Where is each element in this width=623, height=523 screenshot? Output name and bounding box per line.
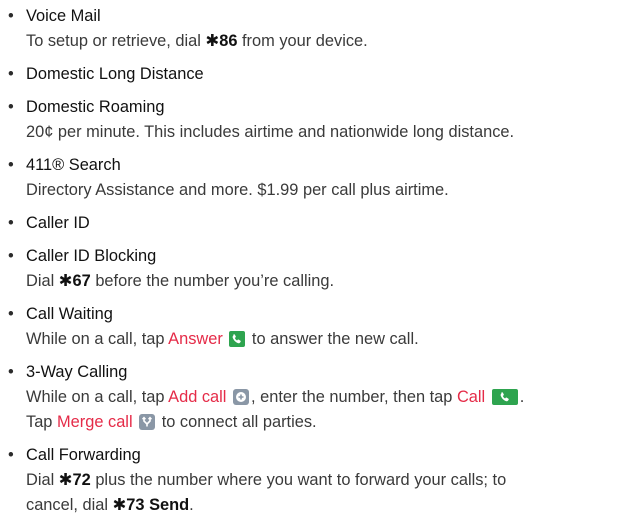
item-description-line-1: While on a call, tap Add call , enter th… <box>26 385 623 410</box>
bullet: • <box>8 247 14 265</box>
dial-code: ✱86 <box>205 32 238 50</box>
list-item-voice-mail: • Voice Mail To setup or retrieve, dial … <box>8 4 623 54</box>
item-description-line-2: Tap Merge call to connect all parties. <box>26 410 623 435</box>
desc-text: plus the number where you want to forwar… <box>90 471 507 489</box>
answer-label: Answer <box>168 330 223 348</box>
list-item-call-waiting: • Call Waiting While on a call, tap Answ… <box>8 302 623 352</box>
list-item-long-distance: • Domestic Long Distance <box>8 62 623 87</box>
bullet: • <box>8 305 14 323</box>
desc-text: . <box>189 496 194 514</box>
list-item-caller-id: • Caller ID <box>8 211 623 236</box>
list-item-411-search: • 411® Search Directory Assistance and m… <box>8 153 623 203</box>
call-label: Call <box>456 388 486 406</box>
list-item-3-way-calling: • 3-Way Calling While on a call, tap Add… <box>8 360 623 435</box>
add-call-label: Add call <box>168 388 227 406</box>
bullet: • <box>8 98 14 116</box>
desc-text: from your device. <box>237 32 368 50</box>
item-title: 411® Search <box>26 156 121 174</box>
item-description-line-2: cancel, dial ✱73 Send. <box>26 493 623 518</box>
desc-text: , enter the number, then tap <box>251 388 457 406</box>
desc-text: While on a call, tap <box>26 388 169 406</box>
item-title: Caller ID <box>26 214 90 232</box>
item-description-line-1: Dial ✱72 plus the number where you want … <box>26 468 623 493</box>
bullet: • <box>8 446 14 464</box>
desc-text: cancel, dial <box>26 496 113 514</box>
item-description: 20¢ per minute. This includes airtime an… <box>26 123 515 141</box>
item-title: Call Waiting <box>26 305 113 323</box>
item-title: 3-Way Calling <box>26 363 128 381</box>
feature-list: • Voice Mail To setup or retrieve, dial … <box>0 0 623 518</box>
desc-text: Dial <box>26 471 59 489</box>
item-title: Domestic Roaming <box>26 98 165 116</box>
desc-text: To setup or retrieve, dial <box>26 32 206 50</box>
list-item-call-forwarding: • Call Forwarding Dial ✱72 plus the numb… <box>8 443 623 518</box>
add-call-icon <box>233 389 250 405</box>
list-item-roaming: • Domestic Roaming 20¢ per minute. This … <box>8 95 623 145</box>
desc-text: to answer the new call. <box>247 330 419 348</box>
desc-text: . <box>519 388 525 406</box>
desc-text: to connect all parties. <box>157 413 317 431</box>
desc-text: Dial <box>26 272 59 290</box>
dial-code: ✱72 <box>58 471 91 489</box>
item-description: Directory Assistance and more. $1.99 per… <box>26 181 449 199</box>
merge-call-icon <box>139 414 156 430</box>
bullet: • <box>8 65 14 83</box>
item-title: Domestic Long Distance <box>26 65 204 83</box>
phone-answer-icon <box>229 331 246 347</box>
item-description: To setup or retrieve, dial ✱86 from your… <box>26 29 623 54</box>
item-title: Voice Mail <box>26 7 101 25</box>
item-title: Caller ID Blocking <box>26 247 157 265</box>
dial-code: ✱73 Send <box>112 496 190 514</box>
desc-text: before the number you’re calling. <box>90 272 335 290</box>
bullet: • <box>8 156 14 174</box>
bullet: • <box>8 214 14 232</box>
item-title: Call Forwarding <box>26 446 141 464</box>
list-item-caller-id-blocking: • Caller ID Blocking Dial ✱67 before the… <box>8 244 623 294</box>
desc-text: While on a call, tap <box>26 330 169 348</box>
dial-code: ✱67 <box>58 272 91 290</box>
call-icon <box>491 389 518 405</box>
merge-call-label: Merge call <box>56 413 133 431</box>
item-description: Dial ✱67 before the number you’re callin… <box>26 269 623 294</box>
item-description: While on a call, tap Answer to answer th… <box>26 327 623 352</box>
desc-text: Tap <box>26 413 57 431</box>
bullet: • <box>8 7 14 25</box>
bullet: • <box>8 363 14 381</box>
